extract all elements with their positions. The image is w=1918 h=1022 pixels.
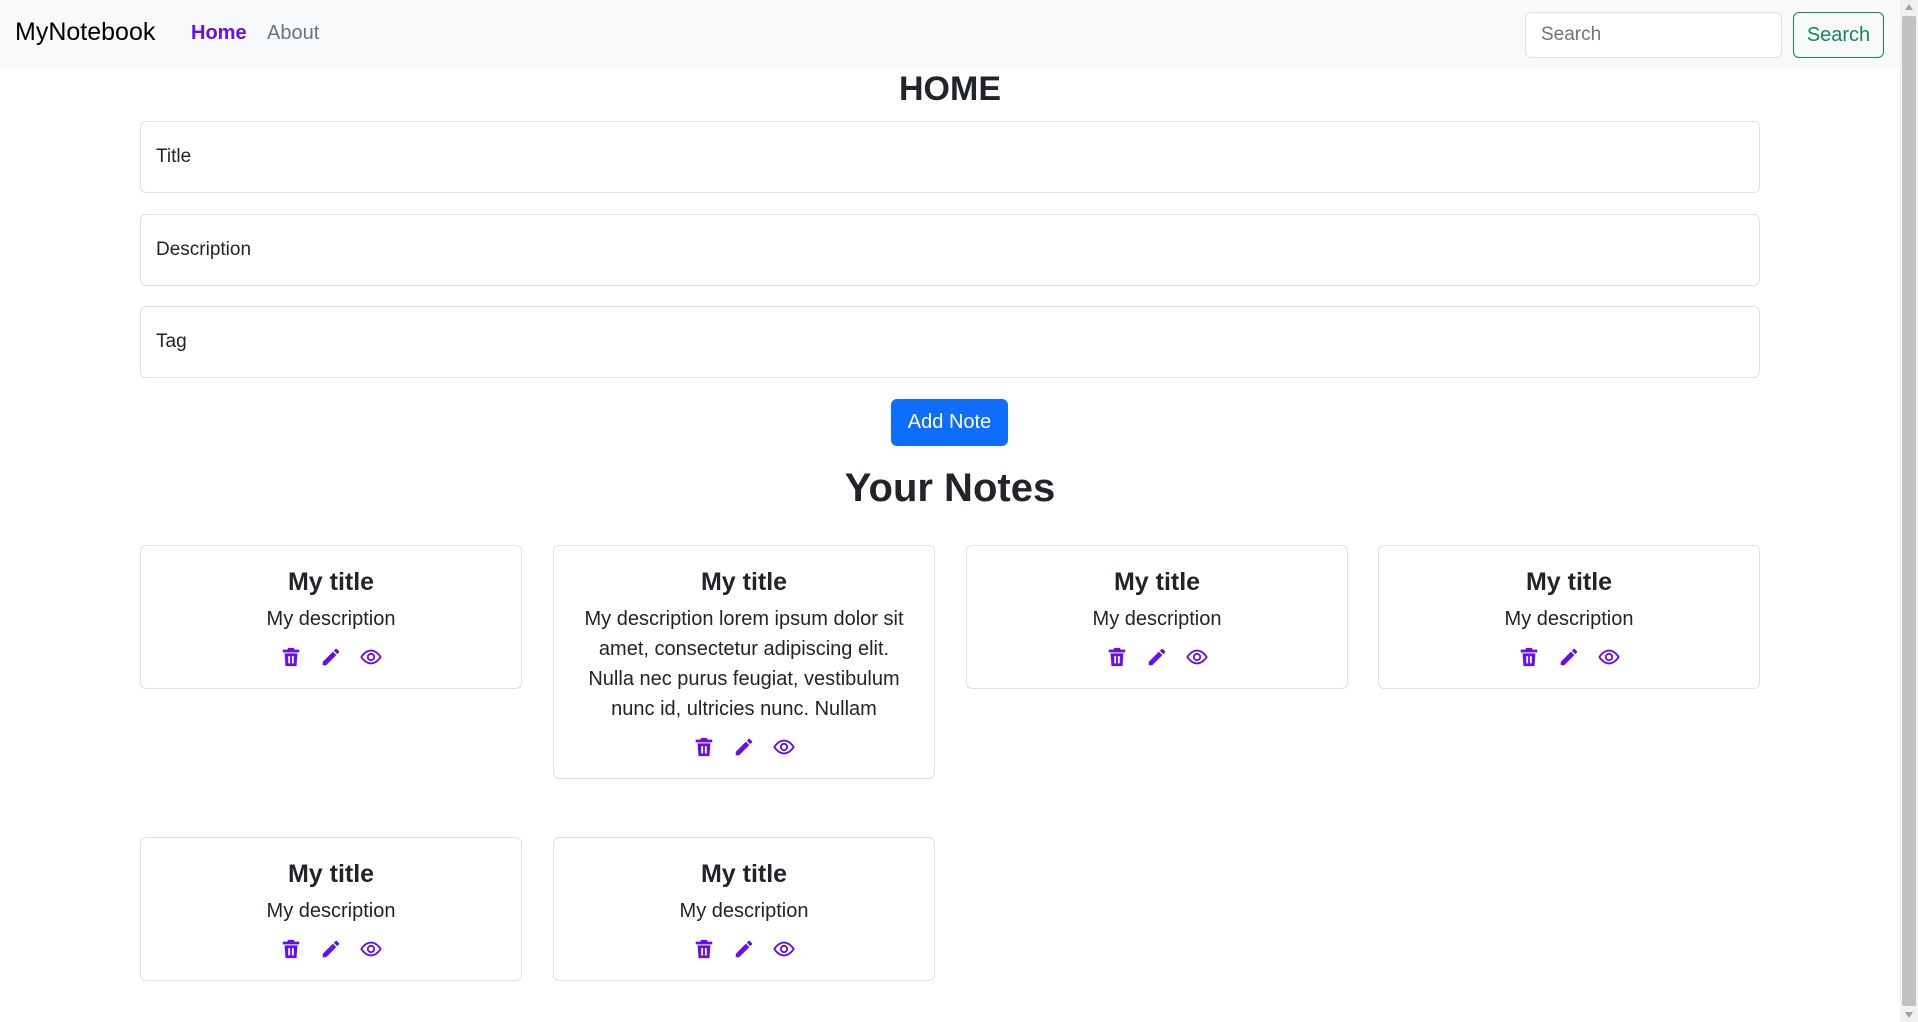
note-card: My title My description	[553, 837, 935, 981]
nav-link-about[interactable]: About	[267, 22, 319, 45]
notes-section-title: Your Notes	[844, 466, 1056, 510]
eye-icon[interactable]	[1598, 646, 1620, 668]
brand-logo[interactable]: MyNotebook	[15, 18, 155, 47]
note-actions	[574, 938, 914, 980]
note-description: My description	[1092, 608, 1222, 630]
note-title: My title	[1113, 568, 1201, 596]
trash-icon[interactable]	[693, 736, 715, 758]
pencil-icon[interactable]	[733, 938, 755, 960]
search-input[interactable]	[1525, 12, 1782, 58]
pencil-icon[interactable]	[733, 736, 755, 758]
trash-icon[interactable]	[1518, 646, 1540, 668]
eye-icon[interactable]	[773, 938, 795, 960]
nav-link-home[interactable]: Home	[191, 22, 247, 45]
note-title: My title	[700, 860, 788, 888]
scrollbar-thumb[interactable]	[1902, 16, 1916, 1006]
eye-icon[interactable]	[773, 736, 795, 758]
description-field[interactable]	[140, 214, 1760, 286]
tag-field[interactable]	[140, 306, 1760, 378]
page-title: HOME	[899, 70, 1001, 108]
trash-icon[interactable]	[693, 938, 715, 960]
trash-icon[interactable]	[1106, 646, 1128, 668]
trash-icon[interactable]	[280, 646, 302, 668]
navbar: MyNotebook Home About Search	[0, 0, 1900, 68]
note-description: My description	[1504, 608, 1634, 630]
note-card: My title My description lorem ipsum dolo…	[553, 545, 935, 779]
scroll-up-arrow-icon[interactable]	[1905, 4, 1913, 10]
note-actions	[1399, 646, 1739, 688]
eye-icon[interactable]	[360, 938, 382, 960]
note-actions	[161, 646, 501, 688]
scroll-down-arrow-icon[interactable]	[1905, 1012, 1913, 1018]
trash-icon[interactable]	[280, 938, 302, 960]
note-actions	[161, 938, 501, 980]
note-title: My title	[287, 568, 375, 596]
note-actions	[574, 736, 914, 778]
search-button[interactable]: Search	[1793, 12, 1884, 58]
note-card: My title My description	[140, 837, 522, 981]
note-description: My description	[266, 608, 396, 630]
pencil-icon[interactable]	[320, 646, 342, 668]
note-title: My title	[287, 860, 375, 888]
note-title: My title	[700, 568, 788, 596]
note-description: My description	[266, 900, 396, 922]
add-note-button[interactable]: Add Note	[891, 399, 1008, 446]
note-description: My description lorem ipsum dolor sit ame…	[584, 608, 904, 720]
eye-icon[interactable]	[1186, 646, 1208, 668]
note-title: My title	[1525, 568, 1613, 596]
eye-icon[interactable]	[360, 646, 382, 668]
note-card: My title My description	[966, 545, 1348, 689]
title-field[interactable]	[140, 121, 1760, 193]
note-card: My title My description	[140, 545, 522, 689]
pencil-icon[interactable]	[320, 938, 342, 960]
pencil-icon[interactable]	[1558, 646, 1580, 668]
note-card: My title My description	[1378, 545, 1760, 689]
vertical-scrollbar[interactable]	[1900, 0, 1918, 1022]
pencil-icon[interactable]	[1146, 646, 1168, 668]
note-description: My description	[679, 900, 809, 922]
note-actions	[987, 646, 1327, 688]
